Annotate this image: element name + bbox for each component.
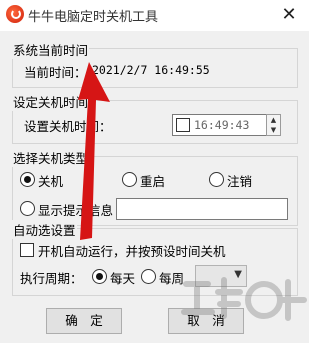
title-bar: 牛牛电脑定时关机工具 ✕ [0, 0, 309, 31]
app-window: 牛牛电脑定时关机工具 ✕ 系统当前时间 当前时间： 2021/2/7 16:49… [0, 0, 309, 343]
set-shutdown-label: 设置关机时间： [24, 119, 112, 134]
auto-settings-group-title: 自动选设置 [12, 220, 77, 239]
radio-logoff-label: 注销 [227, 174, 253, 189]
spin-up-icon[interactable]: ▲ [267, 115, 280, 125]
watermark-logo [181, 277, 307, 321]
radio-shutdown-label: 关机 [38, 174, 64, 189]
close-icon[interactable]: ✕ [275, 3, 303, 27]
set-shutdown-group-title: 设定关机时间 [12, 92, 90, 111]
radio-weekly[interactable] [141, 269, 156, 284]
radio-show-message-label: 显示提示信息 [38, 203, 114, 218]
autostart-checkbox[interactable] [20, 243, 34, 257]
radio-shutdown[interactable] [20, 172, 35, 187]
radio-restart[interactable] [122, 172, 137, 187]
shutdown-type-group-title: 选择关机类型 [12, 148, 90, 167]
spin-down-icon[interactable]: ▼ [267, 125, 280, 135]
system-time-group-title: 系统当前时间 [12, 40, 90, 59]
radio-logoff[interactable] [209, 172, 224, 187]
current-time-label: 当前时间： [24, 65, 87, 80]
time-spinner[interactable]: ▲ ▼ [266, 114, 281, 136]
radio-daily[interactable] [92, 269, 107, 284]
period-label: 执行周期： [20, 271, 83, 286]
radio-daily-label: 每天 [110, 271, 136, 286]
message-input[interactable] [116, 198, 288, 220]
clock-power-icon [6, 5, 24, 23]
time-enable-checkbox[interactable] [176, 118, 190, 132]
ok-button[interactable]: 确 定 [46, 308, 122, 334]
window-title: 牛牛电脑定时关机工具 [28, 10, 159, 25]
radio-restart-label: 重启 [140, 174, 166, 189]
current-time-value: 2021/2/7 16:49:55 [92, 63, 210, 77]
shutdown-time-picker[interactable]: 16:49:43 [172, 114, 267, 136]
autostart-label: 开机自动运行，并按预设时间关机 [38, 244, 226, 259]
shutdown-time-value: 16:49:43 [194, 118, 250, 132]
radio-show-message[interactable] [20, 201, 35, 216]
